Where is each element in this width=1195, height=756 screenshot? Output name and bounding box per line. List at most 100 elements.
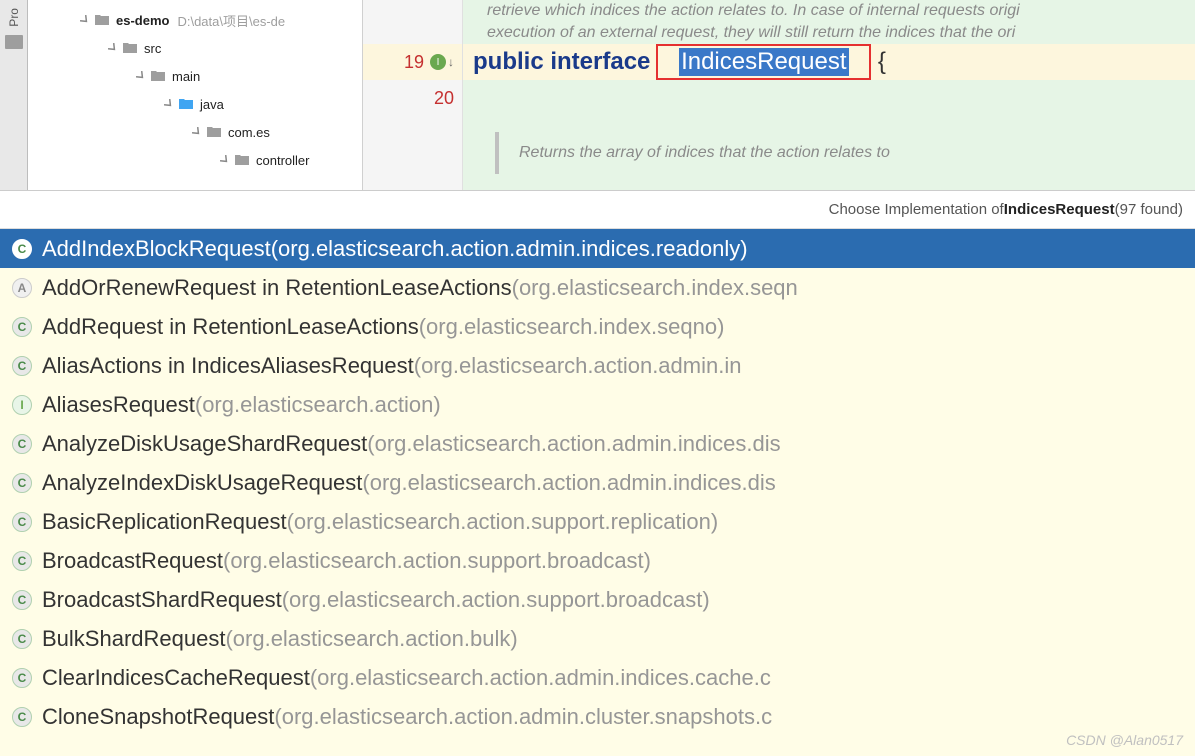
result-package: (org.elasticsearch.action.admin.indices.… <box>310 665 771 691</box>
folder-icon <box>122 40 138 56</box>
editor-gutter: 19I↓20 <box>363 0 463 190</box>
tree-node-label: java <box>200 97 224 112</box>
result-package: (org.elasticsearch.action.support.broadc… <box>282 587 710 613</box>
class-icon: C <box>12 473 32 493</box>
folder-icon <box>150 68 166 84</box>
implementation-result[interactable]: C BasicReplicationRequest (org.elasticsea… <box>0 502 1195 541</box>
tree-node[interactable]: com.es <box>28 118 362 146</box>
result-package: (org.elasticsearch.action.admin.indices.… <box>271 236 748 262</box>
class-icon: C <box>12 317 32 337</box>
result-classname: AnalyzeIndexDiskUsageRequest <box>42 470 362 496</box>
implementation-result[interactable]: C AnalyzeIndexDiskUsageRequest (org.elast… <box>0 463 1195 502</box>
implementation-result[interactable]: AAddOrRenewRequest in RetentionLeaseActi… <box>0 268 1195 307</box>
result-package: (org.elasticsearch.action.support.broadc… <box>223 548 651 574</box>
tree-node[interactable]: java <box>28 90 362 118</box>
implementation-result[interactable]: I AliasesRequest (org.elasticsearch.actio… <box>0 385 1195 424</box>
tree-node[interactable]: es-demo D:\data\项目\es-de <box>28 6 362 34</box>
class-icon: C <box>12 239 32 259</box>
gutter-line[interactable]: 20 <box>363 80 462 116</box>
result-package: (org.elasticsearch.action.admin.indices.… <box>362 470 775 496</box>
javadoc-returns: Returns the array of indices that the ac… <box>495 132 1195 174</box>
class-icon: C <box>12 434 32 454</box>
folder-icon <box>178 96 194 112</box>
implementation-popup: Choose Implementation of IndicesRequest … <box>0 190 1195 756</box>
folder-icon <box>234 152 250 168</box>
result-package: (org.elasticsearch.action.admin.in <box>414 353 742 379</box>
popup-title-classname: IndicesRequest <box>1004 201 1115 218</box>
class-icon: C <box>12 629 32 649</box>
result-classname: AddRequest in RetentionLeaseActions <box>42 314 419 340</box>
result-classname: AliasActions in IndicesAliasesRequest <box>42 353 414 379</box>
implementation-result[interactable]: C AnalyzeDiskUsageShardRequest (org.elast… <box>0 424 1195 463</box>
interface-icon: I <box>12 395 32 415</box>
implementation-icon[interactable]: I <box>430 54 446 70</box>
popup-results-list[interactable]: C AddIndexBlockRequest (org.elasticsearch… <box>0 229 1195 756</box>
folder-icon <box>206 124 222 140</box>
chevron-down-icon[interactable] <box>218 153 232 167</box>
chevron-down-icon[interactable] <box>162 97 176 111</box>
tree-node-label: main <box>172 69 200 84</box>
implementation-result[interactable]: C AddIndexBlockRequest (org.elasticsearch… <box>0 229 1195 268</box>
popup-title-count: (97 found) <box>1115 201 1183 218</box>
result-classname: BasicReplicationRequest <box>42 509 287 535</box>
javadoc-line: execution of an external request, they w… <box>463 22 1195 44</box>
chevron-down-icon[interactable] <box>106 41 120 55</box>
result-package: (org.elasticsearch.action.admin.cluster.… <box>274 704 772 730</box>
result-classname: BroadcastShardRequest <box>42 587 282 613</box>
implementation-result[interactable]: C ClearIndicesCacheRequest (org.elasticse… <box>0 658 1195 697</box>
tree-node-label: es-demo <box>116 13 169 28</box>
result-package: (org.elasticsearch.action.support.replic… <box>287 509 719 535</box>
result-classname: AnalyzeDiskUsageShardRequest <box>42 431 367 457</box>
result-package: (org.elasticsearch.action.bulk) <box>225 626 517 652</box>
implementation-result[interactable]: C BroadcastRequest (org.elasticsearch.act… <box>0 541 1195 580</box>
code-content[interactable]: retrieve which indices the action relate… <box>463 0 1195 190</box>
implementation-result[interactable]: C BroadcastShardRequest (org.elasticsearc… <box>0 580 1195 619</box>
tree-node-label: src <box>144 41 161 56</box>
result-package: (org.elasticsearch.index.seqn <box>512 275 798 301</box>
project-tool-tab[interactable]: Pro <box>0 0 28 190</box>
popup-title-prefix: Choose Implementation of <box>829 201 1004 218</box>
chevron-down-icon[interactable] <box>78 13 92 27</box>
gutter-line[interactable]: 19I↓ <box>363 44 462 80</box>
class-icon: C <box>12 551 32 571</box>
class-icon: C <box>12 356 32 376</box>
code-line-19[interactable]: public interface IndicesRequest { <box>463 44 1195 80</box>
code-editor[interactable]: 19I↓20 retrieve which indices the action… <box>363 0 1195 190</box>
result-package: (org.elasticsearch.action.admin.indices.… <box>367 431 780 457</box>
implementation-result[interactable]: C BulkShardRequest (org.elasticsearch.act… <box>0 619 1195 658</box>
result-classname: AliasesRequest <box>42 392 195 418</box>
line-number: 19 <box>404 52 424 73</box>
result-classname: BroadcastRequest <box>42 548 223 574</box>
chevron-down-icon[interactable] <box>134 69 148 83</box>
project-tree[interactable]: es-demo D:\data\项目\es-de srcmainjava com.es… <box>28 0 363 190</box>
anonymous-class-icon: A <box>12 278 32 298</box>
class-icon: C <box>12 707 32 727</box>
implementation-result[interactable]: C AddRequest in RetentionLeaseActions (or… <box>0 307 1195 346</box>
result-package: (org.elasticsearch.index.seqno) <box>419 314 725 340</box>
tree-node-label: com.es <box>228 125 270 140</box>
folder-icon <box>94 12 110 28</box>
tree-node-path: D:\data\项目\es-de <box>177 11 285 30</box>
javadoc-line: retrieve which indices the action relate… <box>463 0 1195 22</box>
tree-node-label: controller <box>256 153 309 168</box>
brace-open: { <box>878 48 886 76</box>
result-classname: CloneSnapshotRequest <box>42 704 274 730</box>
tree-node[interactable]: src <box>28 34 362 62</box>
result-classname: AddIndexBlockRequest <box>42 236 271 262</box>
result-package: (org.elasticsearch.action) <box>195 392 441 418</box>
project-tab-icon <box>5 35 23 49</box>
result-classname: ClearIndicesCacheRequest <box>42 665 310 691</box>
class-icon: C <box>12 668 32 688</box>
chevron-down-icon[interactable] <box>190 125 204 139</box>
implementation-result[interactable]: C CloneSnapshotRequest (org.elasticsearch… <box>0 697 1195 736</box>
class-icon: C <box>12 512 32 532</box>
line-number: 20 <box>434 88 454 109</box>
popup-header: Choose Implementation of IndicesRequest … <box>0 191 1195 229</box>
code-line-20[interactable] <box>463 80 1195 116</box>
class-icon: C <box>12 590 32 610</box>
implementation-result[interactable]: C AliasActions in IndicesAliasesRequest (… <box>0 346 1195 385</box>
result-classname: BulkShardRequest <box>42 626 225 652</box>
tree-node[interactable]: controller <box>28 146 362 174</box>
tree-node[interactable]: main <box>28 62 362 90</box>
selected-classname[interactable]: IndicesRequest <box>679 48 848 76</box>
